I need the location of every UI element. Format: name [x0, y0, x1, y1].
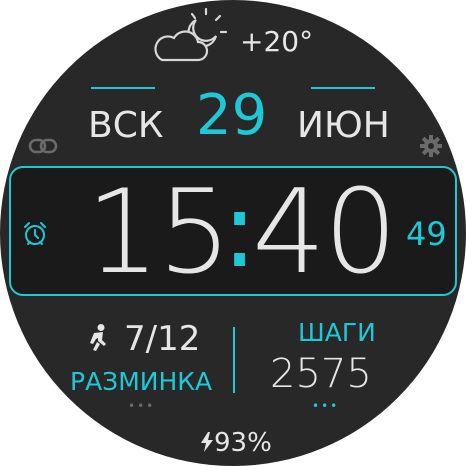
watch-face: +20° ВСК 29 ИЮН 15: 40 49 7/12 РАЗМИНКА… — [0, 0, 466, 466]
date-divider-right — [311, 87, 375, 89]
steps-more-indicator[interactable]: ••• — [312, 399, 339, 413]
battery-percentage: 93% — [214, 428, 272, 458]
warmup-value: 7/12 — [124, 319, 201, 359]
warmup-more-indicator[interactable]: ••• — [128, 399, 155, 413]
alarm-clock-icon[interactable] — [22, 221, 48, 247]
weekday: ВСК — [88, 105, 164, 146]
bolt-icon — [201, 432, 213, 452]
partly-cloudy-night-icon — [154, 7, 228, 62]
gear-icon[interactable] — [420, 135, 442, 157]
date-divider-left — [91, 87, 155, 89]
day-of-month: 29 — [196, 83, 268, 148]
stats-divider — [233, 327, 235, 393]
time-seconds: 49 — [406, 215, 447, 253]
time-minutes: 40 — [252, 165, 398, 300]
link-icon[interactable] — [28, 137, 58, 155]
month: ИЮН — [297, 105, 390, 146]
temperature: +20° — [240, 25, 314, 58]
time-hours: 15 — [86, 165, 232, 300]
steps-label: ШАГИ — [298, 318, 376, 347]
running-man-icon — [90, 324, 106, 351]
warmup-label: РАЗМИНКА — [70, 367, 213, 396]
steps-value: 2575 — [270, 351, 372, 397]
